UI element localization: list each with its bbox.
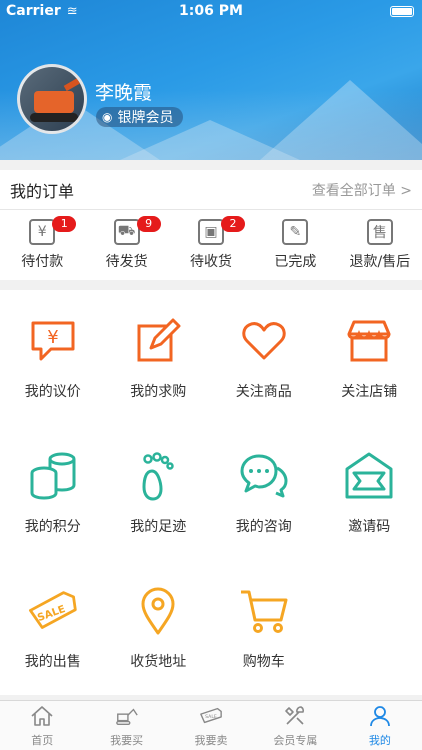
order-pending-shipment[interactable]: ⛟ 9 待发货 [84,210,168,280]
purchase-request-icon [132,315,184,367]
grid-item-my-sales[interactable]: SALE 我的出售 [0,560,106,695]
tab-home[interactable]: 首页 [0,701,84,750]
grid-item-label: 我的议价 [24,383,81,400]
grid-item-price-negotiation[interactable]: ¥ 我的议价 [0,290,106,425]
after-sale-icon: 售 [366,219,393,245]
coins-icon [27,450,79,502]
consult-icon [238,450,290,502]
avatar-image [34,91,74,113]
svg-text:¥: ¥ [47,327,58,348]
feature-grid: ¥ 我的议价 我的求购 关注商品 关注店铺 我的积分 我的足迹 我的咨询 邀请码… [0,290,422,695]
pending-receipt-count: 2 [221,216,246,232]
pending-shipment-count: 9 [136,216,161,232]
tab-label: 我要买 [110,733,144,747]
grid-item-favorite-products[interactable]: 关注商品 [211,290,317,425]
user-icon [368,704,392,728]
order-status-label: 待付款 [21,254,64,270]
grid-item-label: 我的咨询 [235,518,292,535]
tab-label: 会员专属 [273,733,318,747]
excavator-icon [115,704,139,728]
status-time: 1:06 PM [179,3,243,19]
orders-title: 我的订单 [10,181,75,201]
grid-item-label: 我的出售 [24,653,81,670]
battery-icon [390,6,414,17]
order-status-label: 待收货 [190,254,233,270]
avatar-image [63,76,83,92]
grid-item-label: 购物车 [242,653,285,670]
sale-icon: SALE [199,704,223,728]
pending-payment-count: 1 [52,216,77,232]
grid-item-label: 我的足迹 [130,518,187,535]
medal-icon: ◉ [102,110,113,124]
grid-item-label: 收货地址 [130,653,187,670]
tools-icon [283,704,307,728]
grid-item-label: 我的求购 [130,383,187,400]
bottom-tab-bar: 首页 我要买 SALE 我要卖 会员专属 我的 [0,700,422,750]
grid-item-label: 邀请码 [348,518,391,535]
order-status-row: ¥ 1 待付款 ⛟ 9 待发货 ▣ 2 待收货 ✎ 已完成 售 退款/售后 [0,210,422,280]
tab-label: 我的 [368,733,391,747]
member-level-badge[interactable]: ◉ 银牌会员 [96,107,184,127]
orders-header: 我的订单 查看全部订单 > [0,170,422,210]
grid-item-empty [317,560,422,695]
store-icon [343,315,395,367]
done-icon: ✎ [282,219,309,245]
order-after-sale[interactable]: 售 退款/售后 [338,210,422,280]
grid-item-purchase-request[interactable]: 我的求购 [106,290,212,425]
order-status-label: 退款/售后 [349,254,411,270]
location-icon [132,585,184,637]
grid-item-shopping-cart[interactable]: 购物车 [211,560,317,695]
orders-section: 我的订单 查看全部订单 > ¥ 1 待付款 ⛟ 9 待发货 ▣ 2 待收货 ✎ … [0,170,422,280]
avatar[interactable] [17,64,87,134]
profile-header: Carrier ≊ 1:06 PM 李晚霞 ◉ 银牌会员 [0,0,422,160]
truck-icon: ⛟ [113,219,140,245]
footprint-icon [132,450,184,502]
grid-item-points[interactable]: 我的积分 [0,425,106,560]
order-status-label: 已完成 [274,254,317,270]
heart-icon [238,315,290,367]
grid-item-label: 我的积分 [24,518,81,535]
avatar-image [30,113,78,122]
user-name[interactable]: 李晚霞 [95,78,152,105]
order-pending-payment[interactable]: ¥ 1 待付款 [0,210,84,280]
view-all-orders-link[interactable]: 查看全部订单 > [312,180,412,200]
tab-mine[interactable]: 我的 [338,701,422,750]
status-bar: Carrier ≊ 1:06 PM [0,0,422,22]
order-status-label: 待发货 [105,254,148,270]
tab-buy[interactable]: 我要买 [84,701,168,750]
invite-icon [343,450,395,502]
tab-member-exclusive[interactable]: 会员专属 [253,701,337,750]
price-chat-icon: ¥ [27,315,79,367]
order-completed[interactable]: ✎ 已完成 [253,210,337,280]
grid-item-footprints[interactable]: 我的足迹 [106,425,212,560]
tab-label: 首页 [31,733,54,747]
grid-item-shipping-address[interactable]: 收货地址 [106,560,212,695]
member-level-label: 银牌会员 [117,110,174,126]
tab-label: 我要卖 [194,733,228,747]
cart-icon [238,585,290,637]
sale-tag-icon: SALE [27,585,79,637]
grid-item-label: 关注店铺 [341,383,398,400]
grid-item-favorite-stores[interactable]: 关注店铺 [317,290,422,425]
svg-text:SALE: SALE [205,713,217,719]
tab-sell[interactable]: SALE 我要卖 [169,701,253,750]
grid-item-invite-code[interactable]: 邀请码 [317,425,422,560]
grid-item-label: 关注商品 [235,383,292,400]
grid-item-consultation[interactable]: 我的咨询 [211,425,317,560]
order-pending-receipt[interactable]: ▣ 2 待收货 [169,210,253,280]
home-icon [30,704,54,728]
